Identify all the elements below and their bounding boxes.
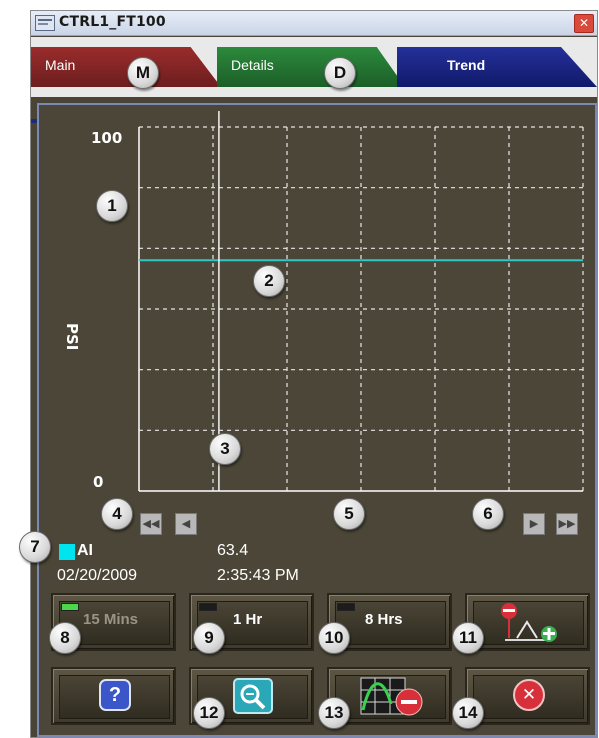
close-icon: ✕ [513,679,545,711]
tab-main[interactable]: Main [31,47,221,87]
callout-marker-9: 9 [193,622,225,654]
cursor-date: 02/20/2009 [57,567,138,584]
callout-marker-12: 12 [193,697,225,729]
legend-swatch [59,544,75,560]
left-arrow-icon[interactable]: ◀ [175,513,197,535]
tab-trend[interactable]: Trend [397,47,597,87]
help-button[interactable]: ? [51,667,176,725]
y-tick-label-max: 100 [91,129,122,147]
callout-marker-10: 10 [318,622,350,654]
cursor-time: 2:35:43 PM [217,567,299,584]
tab-trend-label: Trend [447,57,486,73]
callout-marker-14: 14 [452,697,484,729]
callout-marker-4: 4 [101,498,133,530]
help-icon: ? [99,679,131,711]
tab-bar: Main Details Trend [31,37,597,123]
active-indicator [337,603,355,611]
chart-grid [139,126,584,491]
callout-marker-2: 2 [253,265,285,297]
window-icon [35,15,55,31]
tab-details-label: Details [231,57,274,73]
legend-pen-name: AI [77,542,93,559]
tab-details[interactable]: Details [217,47,405,87]
window-close-button[interactable]: ✕ [574,14,594,33]
callout-marker-m: M [127,57,159,89]
callout-marker-6: 6 [472,498,504,530]
double-right-arrow-icon[interactable]: ▶▶ [556,513,578,535]
legend-value: 63.4 [217,542,249,559]
right-arrow-icon[interactable]: ▶ [523,513,545,535]
window-title: CTRL1_FT100 [59,14,166,30]
active-indicator [61,603,79,611]
tab-main-label: Main [45,57,76,73]
span-1-hr-label: 1 Hr [233,611,263,628]
add-remove-pen-icon [501,603,557,642]
title-bar: CTRL1_FT100 ✕ [31,11,597,36]
double-left-arrow-icon[interactable]: ◀◀ [140,513,162,535]
remove-trend-icon [360,677,423,716]
callout-marker-7: 7 [19,531,51,563]
callout-marker-3: 3 [209,433,241,465]
callout-marker-d: D [324,57,356,89]
zoom-out-icon [233,678,273,714]
callout-marker-5: 5 [333,498,365,530]
close-trend-button[interactable]: ✕ [465,667,590,725]
y-axis-label: PSI [63,323,81,350]
span-8-hrs-label: 8 Hrs [365,611,403,628]
callout-marker-1: 1 [96,190,128,222]
y-tick-label-min: 0 [93,473,103,491]
callout-marker-8: 8 [49,622,81,654]
active-indicator [199,603,217,611]
callout-marker-13: 13 [318,697,350,729]
span-15-mins-label: 15 Mins [83,611,139,628]
trend-window: CTRL1_FT100 ✕ Main Details Trend 100 0 P… [30,10,598,738]
callout-marker-11: 11 [452,622,484,654]
add-remove-pens-button[interactable] [465,593,590,651]
